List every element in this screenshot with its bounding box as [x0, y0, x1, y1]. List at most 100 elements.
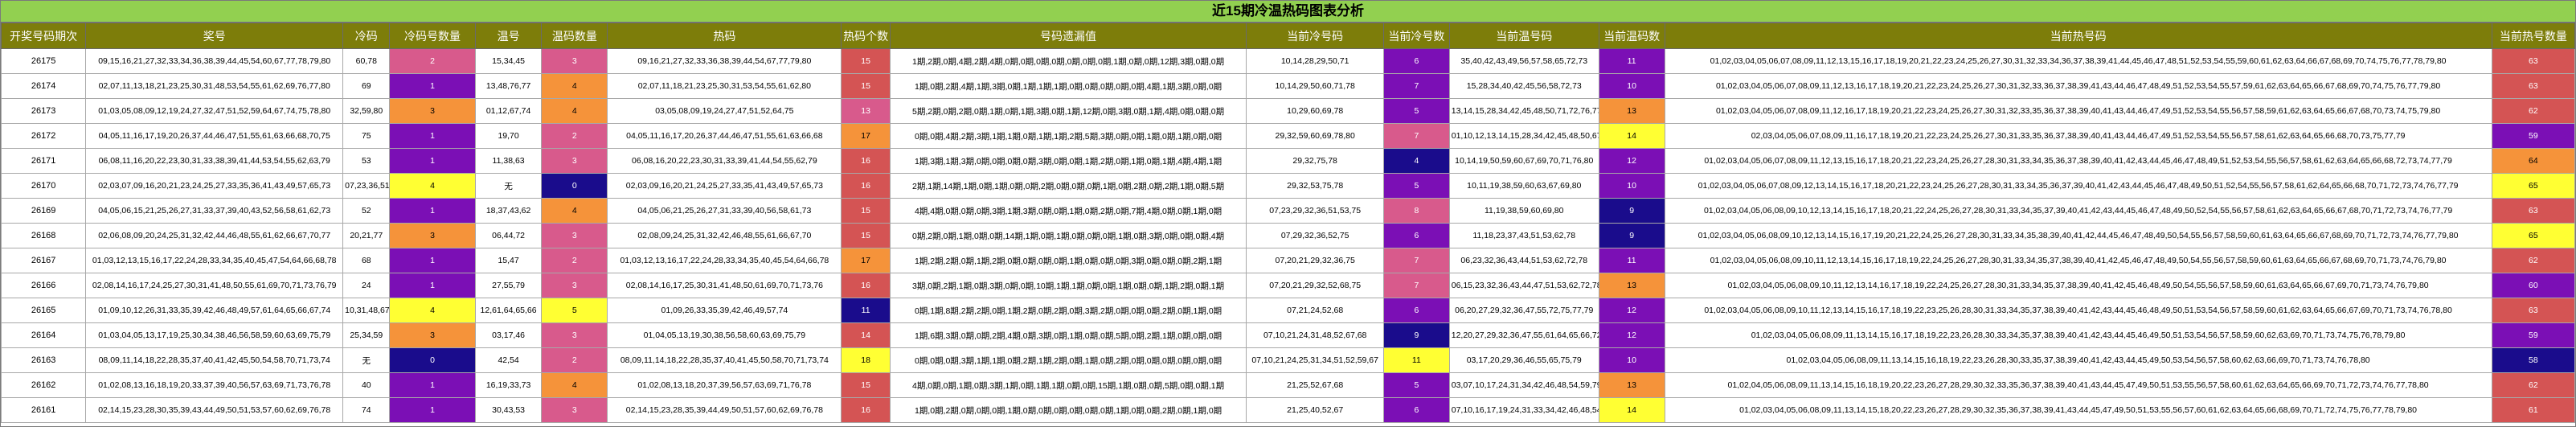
- current-warm-count-cell: 11: [1598, 248, 1665, 273]
- hot-count-cell: 16: [841, 397, 891, 423]
- warm-numbers-cell: 18,37,43,62: [474, 198, 543, 224]
- current-hot-count-cell: 62: [2491, 98, 2576, 124]
- current-hot-cell: 01,02,03,04,05,06,08,09,10,11,12,13,14,1…: [1664, 273, 2492, 298]
- current-cold-cell: 07,29,32,36,52,75: [1246, 223, 1384, 248]
- award-numbers-cell: 04,05,11,16,17,19,20,26,37,44,46,47,51,5…: [85, 123, 344, 149]
- warm-count-cell: 0: [541, 173, 608, 199]
- current-cold-cell: 07,20,21,29,32,52,68,75: [1246, 273, 1384, 298]
- table-row: 26172 04,05,11,16,17,19,20,26,37,44,46,47…: [0, 123, 2576, 149]
- current-warm-count-cell: 10: [1598, 347, 1665, 373]
- current-warm-count-cell: 11: [1598, 48, 1665, 74]
- hot-numbers-cell: 01,09,26,33,35,39,42,46,49,57,74: [607, 298, 842, 323]
- award-numbers-cell: 01,02,08,13,16,18,19,20,33,37,39,40,56,5…: [85, 372, 344, 398]
- warm-numbers-cell: 15,47: [474, 248, 543, 273]
- current-cold-cell: 29,32,75,78: [1246, 148, 1384, 174]
- award-numbers-cell: 01,03,05,08,09,12,19,24,27,32,47,51,52,5…: [85, 98, 344, 124]
- warm-numbers-cell: 无: [474, 173, 543, 199]
- table-row: 26171 06,08,11,16,20,22,23,30,31,33,38,39…: [0, 148, 2576, 174]
- miss-header: 号码遗漏值: [889, 23, 1247, 49]
- warm-count-cell: 3: [541, 397, 608, 423]
- current-cold-count-cell: 8: [1383, 198, 1450, 224]
- cold-numbers-cell: 75: [342, 123, 391, 149]
- current-warm-cell: 11,18,23,37,43,51,53,62,78: [1448, 223, 1599, 248]
- current-cold-cell: 10,14,29,50,60,71,78: [1246, 73, 1384, 99]
- current-hot-cell: 01,02,03,04,05,06,07,08,09,11,12,13,16,1…: [1664, 73, 2492, 99]
- cold-numbers-cell: 10,31,48,67: [342, 298, 391, 323]
- period-cell: 26171: [0, 148, 87, 174]
- award-header: 奖号: [85, 23, 344, 49]
- current-cold-cell: 21,25,52,67,68: [1246, 372, 1384, 398]
- current-warm-cell: 35,40,42,43,49,56,57,58,65,72,73: [1448, 48, 1599, 74]
- hot-count-cell: 13: [841, 98, 891, 124]
- cold-numbers-cell: 68: [342, 248, 391, 273]
- current-cold-cell: 29,32,59,60,69,78,80: [1246, 123, 1384, 149]
- current-cold-count-cell: 7: [1383, 123, 1450, 149]
- current-cold-count-cell: 7: [1383, 73, 1450, 99]
- warm-count-cell: 4: [541, 98, 608, 124]
- current-cold-count-cell: 7: [1383, 248, 1450, 273]
- warm-count-header: 温码数量: [541, 23, 608, 49]
- current-warm-cell: 10,11,19,38,59,60,63,67,69,80: [1448, 173, 1599, 199]
- period-cell: 26161: [0, 397, 87, 423]
- warm-count-cell: 3: [541, 148, 608, 174]
- current-cold-count-cell: 5: [1383, 173, 1450, 199]
- current-cold-count-cell: 11: [1383, 347, 1450, 373]
- current-warm-count-cell: 14: [1598, 397, 1665, 423]
- award-numbers-cell: 01,03,12,13,15,16,17,22,24,28,33,34,35,4…: [85, 248, 344, 273]
- hot-header: 热码: [607, 23, 842, 49]
- current-cold-cell: 07,23,29,32,36,51,53,75: [1246, 198, 1384, 224]
- current-hot-count-cell: 63: [2491, 73, 2576, 99]
- cold-numbers-cell: 40: [342, 372, 391, 398]
- hot-numbers-cell: 02,07,11,18,21,23,25,30,31,53,54,55,61,6…: [607, 73, 842, 99]
- miss-values-cell: 1期,2期,0期,4期,2期,4期,0期,0期,0期,0期,0期,0期,0期,1…: [889, 48, 1247, 74]
- current-warm-cell: 12,20,27,29,32,36,47,55,61,64,65,66,72,7…: [1448, 322, 1599, 348]
- miss-values-cell: 1期,0期,2期,0期,0期,0期,1期,0期,0期,0期,0期,0期,0期,1…: [889, 397, 1247, 423]
- current-warm-count-cell: 13: [1598, 98, 1665, 124]
- current-warm-count-cell: 12: [1598, 298, 1665, 323]
- header-row: 开奖号码期次 奖号 冷码 冷码号数量 温号 温码数量 热码 热码个数 号码遗漏值 当前冷号码 当前冷…: [0, 23, 2576, 49]
- current-hot-count-cell: 63: [2491, 298, 2576, 323]
- current-hot-cell: 01,02,03,04,05,06,08,09,10,11,12,13,14,1…: [1664, 298, 2492, 323]
- period-cell: 26165: [0, 298, 87, 323]
- current-cold-cell: 07,21,24,52,68: [1246, 298, 1384, 323]
- page-title: 近15期冷温热码图表分析: [1, 1, 2575, 23]
- current-cold-header: 当前冷号码: [1246, 23, 1384, 49]
- current-warm-cell: 11,19,38,59,60,69,80: [1448, 198, 1599, 224]
- current-warm-count-header: 当前温码数: [1598, 23, 1665, 49]
- current-warm-count-cell: 13: [1598, 273, 1665, 298]
- current-warm-cell: 06,15,23,32,36,43,44,47,51,53,62,72,78: [1448, 273, 1599, 298]
- warm-count-cell: 4: [541, 372, 608, 398]
- current-warm-count-cell: 13: [1598, 372, 1665, 398]
- hot-count-header: 热码个数: [841, 23, 891, 49]
- cold-count-cell: 1: [389, 248, 476, 273]
- current-cold-count-cell: 6: [1383, 397, 1450, 423]
- current-cold-count-cell: 7: [1383, 273, 1450, 298]
- current-warm-count-cell: 9: [1598, 198, 1665, 224]
- current-hot-cell: 01,02,03,04,05,06,07,08,09,11,12,13,15,1…: [1664, 148, 2492, 174]
- miss-values-cell: 1期,3期,1期,3期,0期,0期,0期,0期,3期,0期,0期,1期,2期,0…: [889, 148, 1247, 174]
- current-warm-cell: 03,07,10,17,24,31,34,42,46,48,54,59,79: [1448, 372, 1599, 398]
- current-cold-count-cell: 6: [1383, 48, 1450, 74]
- hot-numbers-cell: 01,04,05,13,19,30,38,56,58,60,63,69,75,7…: [607, 322, 842, 348]
- miss-values-cell: 1期,6期,3期,0期,0期,2期,4期,0期,3期,0期,1期,0期,0期,5…: [889, 322, 1247, 348]
- warm-numbers-cell: 12,61,64,65,66: [474, 298, 543, 323]
- cold-count-cell: 1: [389, 148, 476, 174]
- current-hot-cell: 01,02,03,04,05,06,08,09,11,13,14,15,16,1…: [1664, 322, 2492, 348]
- period-cell: 26167: [0, 248, 87, 273]
- hot-count-cell: 15: [841, 48, 891, 74]
- cold-numbers-cell: 52: [342, 198, 391, 224]
- award-numbers-cell: 04,05,06,15,21,25,26,27,31,33,37,39,40,4…: [85, 198, 344, 224]
- hot-count-cell: 15: [841, 223, 891, 248]
- cold-count-cell: 1: [389, 123, 476, 149]
- table-row: 26161 02,14,15,23,28,30,35,39,43,44,49,50…: [0, 397, 2576, 423]
- warm-count-cell: 5: [541, 298, 608, 323]
- current-hot-cell: 01,02,03,04,05,06,08,09,10,12,13,14,15,1…: [1664, 198, 2492, 224]
- current-hot-cell: 01,02,04,05,06,08,09,11,13,14,15,16,18,1…: [1664, 372, 2492, 398]
- miss-values-cell: 2期,1期,14期,1期,0期,1期,0期,0期,2期,0期,0期,0期,1期,…: [889, 173, 1247, 199]
- current-cold-count-cell: 5: [1383, 98, 1450, 124]
- current-warm-count-cell: 12: [1598, 148, 1665, 174]
- cold-count-cell: 4: [389, 173, 476, 199]
- analysis-sheet: 近15期冷温热码图表分析 开奖号码期次 奖号 冷码 冷码号数量 温号 温码数量 热码 热码个数…: [0, 0, 2576, 427]
- table-row: 26163 08,09,11,14,18,22,28,35,37,40,41,42…: [0, 347, 2576, 373]
- current-warm-cell: 15,28,34,40,42,45,56,58,72,73: [1448, 73, 1599, 99]
